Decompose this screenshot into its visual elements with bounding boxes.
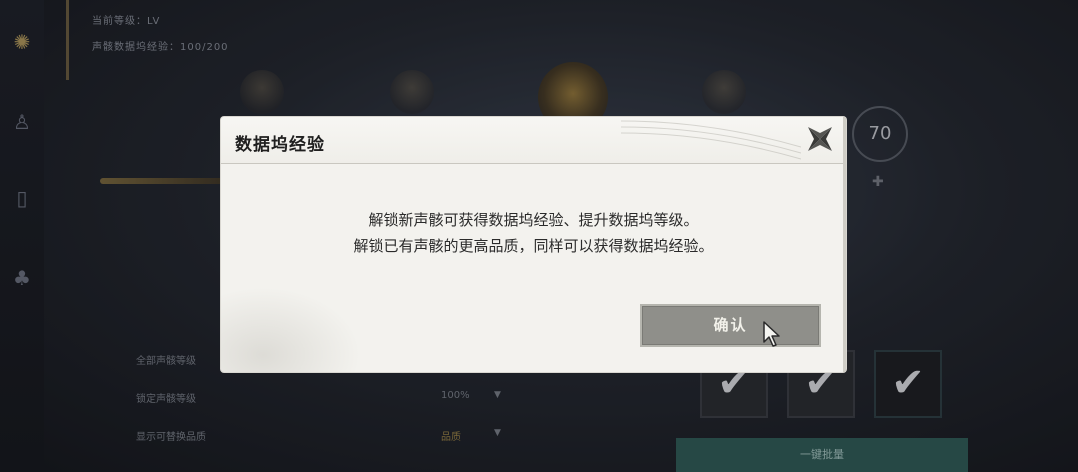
mouse-cursor-icon — [763, 321, 780, 347]
dialog-edge-decoration — [834, 117, 846, 372]
dialog-texture — [221, 287, 361, 372]
dialog-message: 解锁新声骸可获得数据坞经验、提升数据坞等级。 解锁已有声骸的更高品质，同样可以获… — [221, 207, 846, 259]
dialog-message-line: 解锁新声骸可获得数据坞经验、提升数据坞等级。 — [368, 211, 699, 229]
dialog-title: 数据坞经验 — [235, 135, 325, 155]
dialog-header: 数据坞经验 — [221, 117, 846, 164]
confirm-button[interactable]: 确认 — [640, 304, 821, 347]
close-icon[interactable] — [804, 123, 836, 155]
header-decoration — [621, 120, 801, 160]
dialog-message-line: 解锁已有声骸的更高品质，同样可以获得数据坞经验。 — [353, 237, 714, 255]
info-dialog: 数据坞经验 解锁新声骸可获得数据坞经验、提升数据坞等级。 解锁已有声骸的更高品质… — [221, 117, 846, 372]
